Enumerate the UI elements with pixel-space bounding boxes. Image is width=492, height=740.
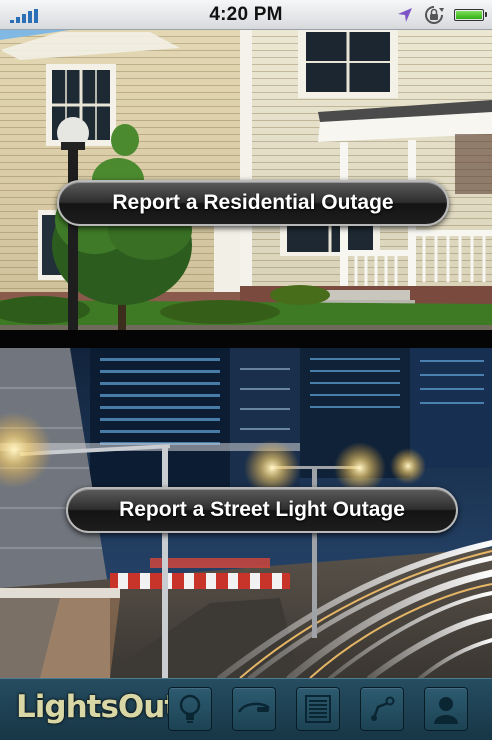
report-street-light-outage-button[interactable]: Report a Street Light Outage — [66, 487, 458, 533]
tab-lightbulb[interactable] — [168, 687, 212, 731]
tab-bar: LightsOut — [0, 678, 492, 740]
profile-icon — [434, 697, 458, 724]
tab-street-lamp[interactable] — [232, 687, 276, 731]
street-lamp-icon — [237, 702, 270, 713]
report-residential-outage-button[interactable]: Report a Residential Outage — [57, 180, 449, 226]
lightbulb-icon — [179, 694, 201, 723]
panel-divider — [0, 330, 492, 348]
map-route-icon — [371, 696, 395, 721]
tab-list[interactable] — [296, 687, 340, 731]
tab-profile[interactable] — [424, 687, 468, 731]
app-logo: LightsOut — [16, 689, 179, 725]
status-icons — [396, 5, 487, 25]
tab-map-route[interactable] — [360, 687, 404, 731]
location-arrow-icon — [398, 8, 412, 22]
status-bar: 4:20 PM — [0, 0, 492, 30]
rotation-lock-icon — [425, 6, 444, 24]
list-icon — [305, 695, 331, 723]
residential-photo: Report a Residential Outage — [0, 30, 492, 330]
battery-icon — [454, 9, 487, 21]
